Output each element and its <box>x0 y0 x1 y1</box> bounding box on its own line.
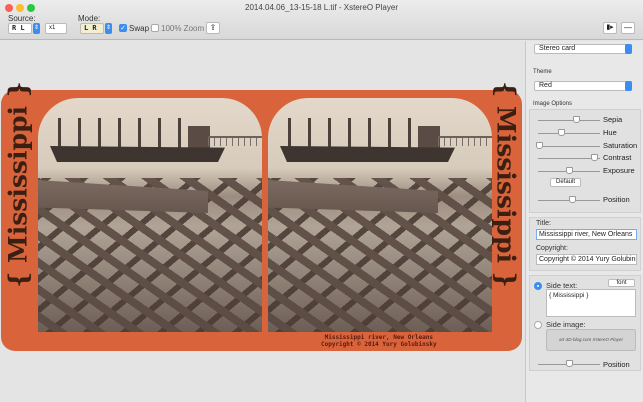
side-text-radio[interactable] <box>534 282 542 290</box>
collapse-button[interactable]: — <box>621 22 635 34</box>
slider-label: Saturation <box>603 141 638 150</box>
slider-label: Contrast <box>603 153 632 162</box>
sidebar-icon: ▮▸ <box>606 24 614 31</box>
scale-field[interactable]: x1 <box>45 23 67 34</box>
slider-label: Hue <box>603 128 617 137</box>
saturation-slider[interactable] <box>536 142 600 149</box>
font-button[interactable]: font <box>608 279 635 287</box>
contrast-slider[interactable] <box>538 154 600 161</box>
caption-section: Title: Mississippi river, New Orleans Co… <box>529 217 641 271</box>
side-image-well[interactable]: art-3D-blog.com XstereO Player <box>546 329 636 351</box>
left-image <box>38 98 262 332</box>
image-options-label: Image Options <box>533 101 573 107</box>
side-text-input[interactable]: { Mississippi } <box>546 289 636 317</box>
minus-icon: — <box>624 23 632 32</box>
slider-label: Sepia <box>603 115 623 124</box>
swap-label: Swap <box>129 24 150 33</box>
slider-label: Position <box>603 360 630 369</box>
caption-copyright: Copyright © 2014 Yury Golubinsky <box>321 341 437 348</box>
caption-title: Mississippi river, New Orleans <box>324 334 433 341</box>
title-label: Title: <box>536 220 551 227</box>
image-options-section: Sepia Hue Saturation Contrast Exposure D… <box>529 109 641 213</box>
chevron-updown-icon <box>625 81 632 91</box>
slider-label: Position <box>603 195 630 204</box>
sidebar-toggle-button[interactable]: ▮▸ <box>603 22 617 34</box>
position-slider[interactable] <box>538 196 600 203</box>
stereo-card: { Mississippi } { Mississippi } Mississi… <box>1 81 522 351</box>
theme-label: Theme <box>533 69 552 75</box>
mode-stepper[interactable]: ⇕ <box>105 23 112 34</box>
side-section: Side text: font { Mississippi } Side ima… <box>529 275 641 371</box>
source-select[interactable]: R L <box>8 23 32 34</box>
slider-label: Exposure <box>603 166 635 175</box>
title-input[interactable]: Mississippi river, New Orleans <box>536 229 637 240</box>
hue-slider[interactable] <box>538 129 600 136</box>
side-text-left: { Mississippi } <box>3 81 33 288</box>
source-stepper[interactable]: ⇕ <box>33 23 40 34</box>
side-image-radio[interactable] <box>534 321 542 329</box>
mode-label: Mode: <box>78 14 101 23</box>
zoom-label: 100% Zoom <box>161 24 205 33</box>
source-label: Source: <box>8 14 36 23</box>
exposure-slider[interactable] <box>538 167 600 174</box>
sepia-slider[interactable] <box>538 116 600 123</box>
chevron-updown-icon <box>625 44 632 54</box>
swap-checkbox[interactable]: ✓ <box>119 24 127 32</box>
right-image <box>268 98 492 332</box>
theme-select[interactable]: Red <box>534 81 632 91</box>
settings-panel: Stereo card Theme Red Image Options Sepi… <box>525 41 643 402</box>
zoom-checkbox[interactable] <box>151 24 159 32</box>
copyright-label: Copyright: <box>536 245 568 252</box>
layout-select[interactable]: Stereo card <box>534 44 632 54</box>
card-caption: Mississippi river, New Orleans Copyright… <box>321 334 437 348</box>
window-title: 2014.04.06_13-15-18 L.tif - XstereO Play… <box>245 3 398 12</box>
default-button[interactable]: Default <box>550 178 581 187</box>
copyright-input[interactable]: Copyright © 2014 Yury Golubinsky <box>536 254 637 265</box>
side-image-label: Side image: <box>546 320 586 329</box>
share-icon: ⇪ <box>209 23 217 32</box>
side-position-slider[interactable] <box>538 360 600 367</box>
stereo-viewer[interactable]: { Mississippi } { Mississippi } Mississi… <box>0 41 522 402</box>
mode-select[interactable]: L R <box>80 23 104 34</box>
share-button[interactable]: ⇪ <box>206 22 220 34</box>
side-text-right: { Mississippi } <box>491 81 521 288</box>
title-bar: 2014.04.06_13-15-18 L.tif - XstereO Play… <box>0 0 643 40</box>
